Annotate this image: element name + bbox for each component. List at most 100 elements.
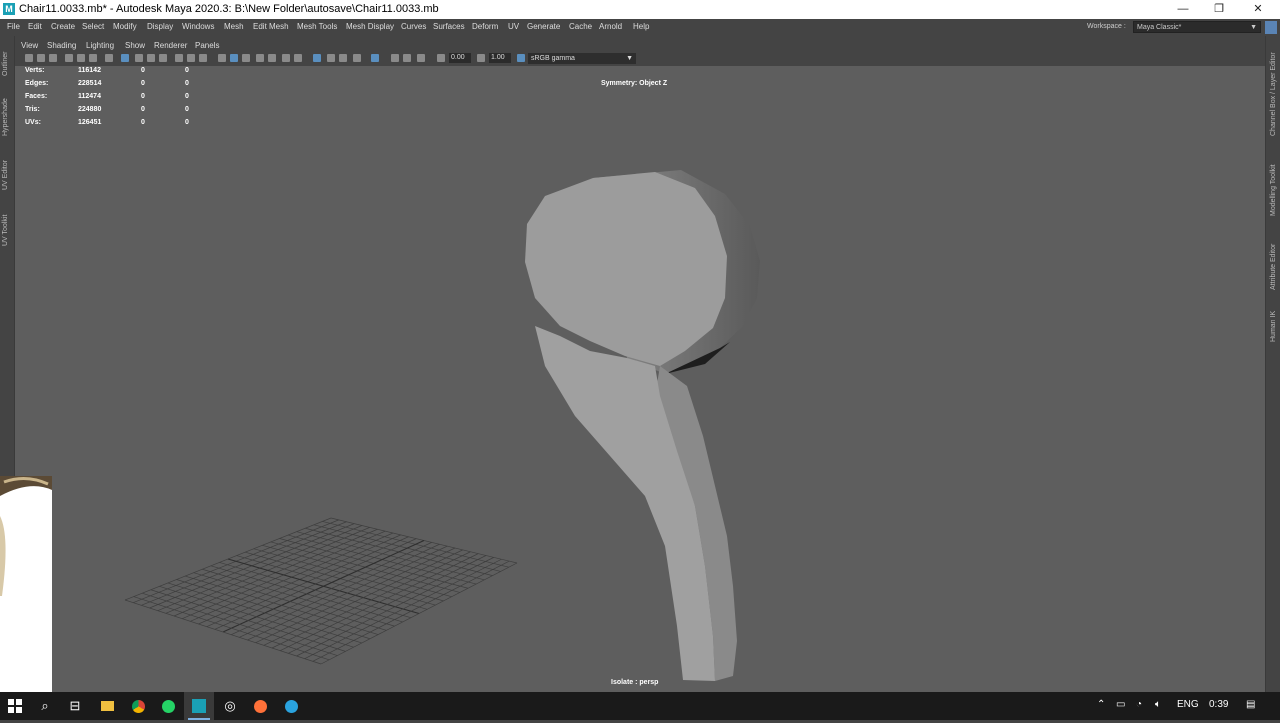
close-button[interactable]: ✕ xyxy=(1247,2,1269,17)
camera-attributes-icon[interactable] xyxy=(37,54,45,62)
panel-menu-renderer[interactable]: Renderer xyxy=(154,41,187,50)
wifi-icon[interactable]: ◔ xyxy=(1136,699,1142,710)
menu-mesh-tools[interactable]: Mesh Tools xyxy=(297,22,337,31)
gamma-icon[interactable] xyxy=(477,54,485,62)
xray-icon[interactable] xyxy=(327,54,335,62)
overlapping-window-thumbnail[interactable] xyxy=(0,476,52,692)
shadows-icon[interactable] xyxy=(282,54,290,62)
bookmark-icon[interactable] xyxy=(49,54,57,62)
panel-menu-lighting[interactable]: Lighting xyxy=(86,41,114,50)
minimize-button[interactable]: — xyxy=(1172,2,1194,17)
select-camera-icon[interactable] xyxy=(25,54,33,62)
depth-of-field-icon[interactable] xyxy=(417,54,425,62)
tab-hypershade[interactable]: Hypershade xyxy=(2,98,9,136)
gamma-field[interactable]: 1.00 xyxy=(489,53,511,63)
window-title: Chair11.0033.mb* - Autodesk Maya 2020.3:… xyxy=(19,3,439,15)
workspace-label: Workspace : xyxy=(1087,23,1126,30)
screenshot-tool-icon[interactable]: ◎ xyxy=(215,692,245,720)
wireframe-on-shaded-icon[interactable] xyxy=(242,54,250,62)
isolate-hud: Isolate : persp xyxy=(611,679,659,686)
menu-windows[interactable]: Windows xyxy=(182,22,214,31)
panel-menu-show[interactable]: Show xyxy=(125,41,145,50)
tab-human-ik[interactable]: Human IK xyxy=(1270,311,1277,342)
clock[interactable]: 0:39 xyxy=(1209,699,1228,710)
stat-selected: 0 xyxy=(141,106,145,113)
field-chart-icon[interactable] xyxy=(175,54,183,62)
chrome-icon[interactable] xyxy=(123,692,153,720)
menu-select[interactable]: Select xyxy=(82,22,104,31)
grease-pencil-icon[interactable] xyxy=(89,54,97,62)
menu-help[interactable]: Help xyxy=(633,22,649,31)
menu-file[interactable]: File xyxy=(7,22,20,31)
tab-attribute-editor[interactable]: Attribute Editor xyxy=(1270,244,1277,290)
grid-icon[interactable] xyxy=(105,54,113,62)
whatsapp-icon[interactable] xyxy=(153,692,183,720)
exposure-field[interactable]: 0.00 xyxy=(449,53,471,63)
ambient-occlusion-icon[interactable] xyxy=(294,54,302,62)
lock-icon[interactable] xyxy=(1265,21,1277,34)
panel-menu-panels[interactable]: Panels xyxy=(195,41,219,50)
menu-modify[interactable]: Modify xyxy=(113,22,137,31)
restore-button[interactable]: ❐ xyxy=(1208,2,1230,17)
isolate-select-icon[interactable] xyxy=(313,54,321,62)
language-indicator[interactable]: ENG xyxy=(1177,699,1199,710)
notifications-icon[interactable]: ▤ xyxy=(1246,699,1255,710)
menu-edit-mesh[interactable]: Edit Mesh xyxy=(253,22,289,31)
menu-generate[interactable]: Generate xyxy=(527,22,560,31)
safe-action-icon[interactable] xyxy=(187,54,195,62)
task-view-icon[interactable]: ⊟ xyxy=(60,692,90,720)
xray-joints-icon[interactable] xyxy=(339,54,347,62)
color-management-icon[interactable] xyxy=(517,54,525,62)
tab-modelling-toolkit[interactable]: Modelling Toolkit xyxy=(1270,164,1277,216)
grid-toggle-icon[interactable] xyxy=(121,54,129,62)
2d-pan-zoom-icon[interactable] xyxy=(77,54,85,62)
select-highlight-icon[interactable] xyxy=(371,54,379,62)
search-icon[interactable]: ⌕ xyxy=(30,692,60,720)
menu-create[interactable]: Create xyxy=(51,22,75,31)
telegram-icon[interactable] xyxy=(276,692,306,720)
mesh-chair-part[interactable] xyxy=(525,170,760,681)
maya-taskbar-icon[interactable] xyxy=(184,692,214,720)
xray-active-icon[interactable] xyxy=(353,54,361,62)
film-gate-icon[interactable] xyxy=(135,54,143,62)
perspective-viewport[interactable]: Verts: 116142 0 0 Edges: 228514 0 0 Face… xyxy=(15,66,1265,692)
exposure-icon[interactable] xyxy=(437,54,445,62)
menu-deform[interactable]: Deform xyxy=(472,22,498,31)
file-explorer-icon[interactable] xyxy=(92,692,122,720)
tab-outliner[interactable]: Outliner xyxy=(2,51,9,76)
panel-menu-shading[interactable]: Shading xyxy=(47,41,76,50)
windows-start-icon[interactable] xyxy=(0,692,30,720)
stat-component: 0 xyxy=(185,106,189,113)
menu-arnold[interactable]: Arnold xyxy=(599,22,622,31)
tab-channel-box[interactable]: Channel Box / Layer Editor xyxy=(1270,52,1277,136)
menu-edit[interactable]: Edit xyxy=(28,22,42,31)
image-plane-icon[interactable] xyxy=(65,54,73,62)
safe-title-icon[interactable] xyxy=(199,54,207,62)
motion-blur-icon[interactable] xyxy=(391,54,399,62)
menu-surfaces[interactable]: Surfaces xyxy=(433,22,465,31)
firefox-icon[interactable] xyxy=(245,692,275,720)
battery-icon[interactable]: ▭ xyxy=(1116,699,1125,710)
tab-uv-editor[interactable]: UV Editor xyxy=(2,160,9,190)
tab-uv-toolkit[interactable]: UV Toolkit xyxy=(2,215,9,246)
menu-display[interactable]: Display xyxy=(147,22,173,31)
chevron-up-icon[interactable]: ⌃ xyxy=(1097,699,1105,710)
volume-icon[interactable]: 🔈︎ xyxy=(1155,699,1161,710)
resolution-gate-icon[interactable] xyxy=(147,54,155,62)
menu-mesh-display[interactable]: Mesh Display xyxy=(346,22,394,31)
smooth-shade-icon[interactable] xyxy=(230,54,238,62)
menu-cache[interactable]: Cache xyxy=(569,22,592,31)
use-all-lights-icon[interactable] xyxy=(268,54,276,62)
menu-curves[interactable]: Curves xyxy=(401,22,426,31)
menu-mesh[interactable]: Mesh xyxy=(224,22,244,31)
menu-uv[interactable]: UV xyxy=(508,22,519,31)
workspace-select[interactable]: Maya Classic* ▼ xyxy=(1133,21,1261,33)
anti-aliasing-icon[interactable] xyxy=(403,54,411,62)
workspace-value: Maya Classic* xyxy=(1137,24,1182,31)
panel-menu-view[interactable]: View xyxy=(21,41,38,50)
wireframe-icon[interactable] xyxy=(218,54,226,62)
gate-mask-icon[interactable] xyxy=(159,54,167,62)
scene-canvas[interactable] xyxy=(15,66,1265,692)
color-space-select[interactable]: sRGB gamma ▼ xyxy=(528,53,636,64)
textured-icon[interactable] xyxy=(256,54,264,62)
